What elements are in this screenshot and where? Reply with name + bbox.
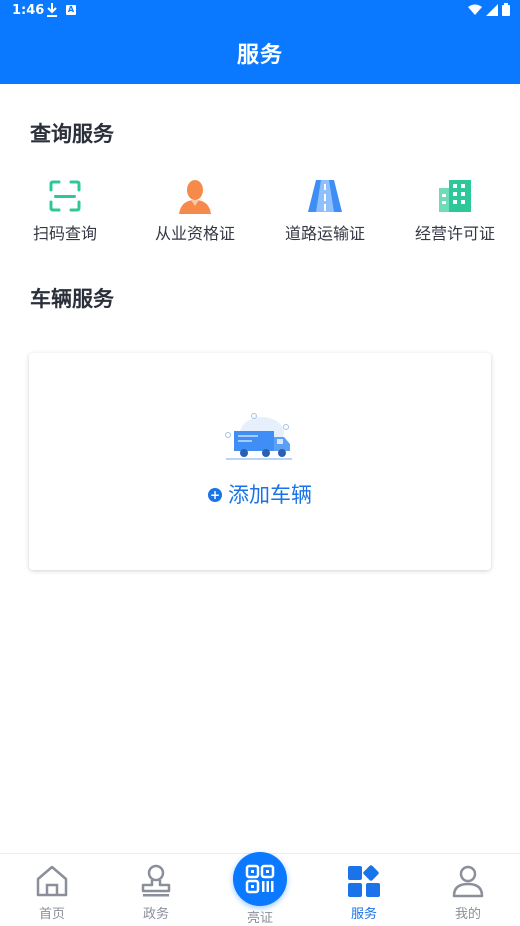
tab-service-label: 服务 xyxy=(350,907,377,922)
status-time: 1:46 xyxy=(12,3,45,18)
road-icon xyxy=(308,180,342,212)
add-vehicle-card[interactable]: + 添加车辆 xyxy=(29,353,491,570)
wifi-icon xyxy=(468,4,482,15)
tab-service[interactable]: 服务 xyxy=(312,854,416,926)
qualification-cert-item[interactable]: 从业资格证 xyxy=(130,172,260,244)
tab-mine-label: 我的 xyxy=(454,907,481,922)
grid-icon xyxy=(348,865,380,897)
scan-icon xyxy=(49,180,81,212)
qualification-cert-label: 从业资格证 xyxy=(154,224,235,243)
add-vehicle-label: 添加车辆 xyxy=(228,483,312,507)
road-transport-cert-item[interactable]: 道路运输证 xyxy=(260,172,390,244)
notification-a-icon: A xyxy=(66,5,76,15)
battery-icon xyxy=(502,3,510,16)
query-service-grid: 扫码查询 从业资格证 道路运输证 经营许可证 xyxy=(0,172,520,252)
tab-show-cert[interactable]: 亮证 xyxy=(208,852,312,926)
bottom-tab-bar: 首页 政务 亮证 服务 我的 xyxy=(0,852,520,926)
road-transport-cert-label: 道路运输证 xyxy=(284,224,365,243)
business-license-label: 经营许可证 xyxy=(414,224,495,243)
status-bar: 1:46 A xyxy=(0,0,520,22)
status-icons xyxy=(468,3,510,16)
vehicle-section-title: 车辆服务 xyxy=(30,287,114,311)
truck-icon xyxy=(225,413,292,460)
tab-government-label: 政务 xyxy=(142,907,169,922)
add-vehicle-button[interactable]: + 添加车辆 xyxy=(29,479,491,509)
person-icon xyxy=(179,180,211,214)
download-icon xyxy=(47,3,57,17)
business-license-item[interactable]: 经营许可证 xyxy=(390,172,520,244)
scan-query-item[interactable]: 扫码查询 xyxy=(0,172,130,244)
tab-home[interactable]: 首页 xyxy=(0,854,104,926)
tab-show-cert-label: 亮证 xyxy=(246,911,273,926)
signal-icon xyxy=(486,3,498,16)
home-icon xyxy=(36,865,68,897)
building-icon xyxy=(439,180,471,212)
page-title: 服务 xyxy=(236,43,283,68)
user-icon xyxy=(452,865,484,898)
show-cert-fab[interactable] xyxy=(233,852,287,906)
query-section-title: 查询服务 xyxy=(30,122,114,146)
qrcode-icon xyxy=(245,864,275,894)
scan-query-label: 扫码查询 xyxy=(32,224,97,243)
app-bar: 服务 xyxy=(0,22,520,84)
tab-mine[interactable]: 我的 xyxy=(416,854,520,926)
tab-government[interactable]: 政务 xyxy=(104,854,208,926)
stamp-icon xyxy=(141,864,171,897)
plus-circle-icon: + xyxy=(208,488,222,502)
tab-home-label: 首页 xyxy=(38,907,65,922)
